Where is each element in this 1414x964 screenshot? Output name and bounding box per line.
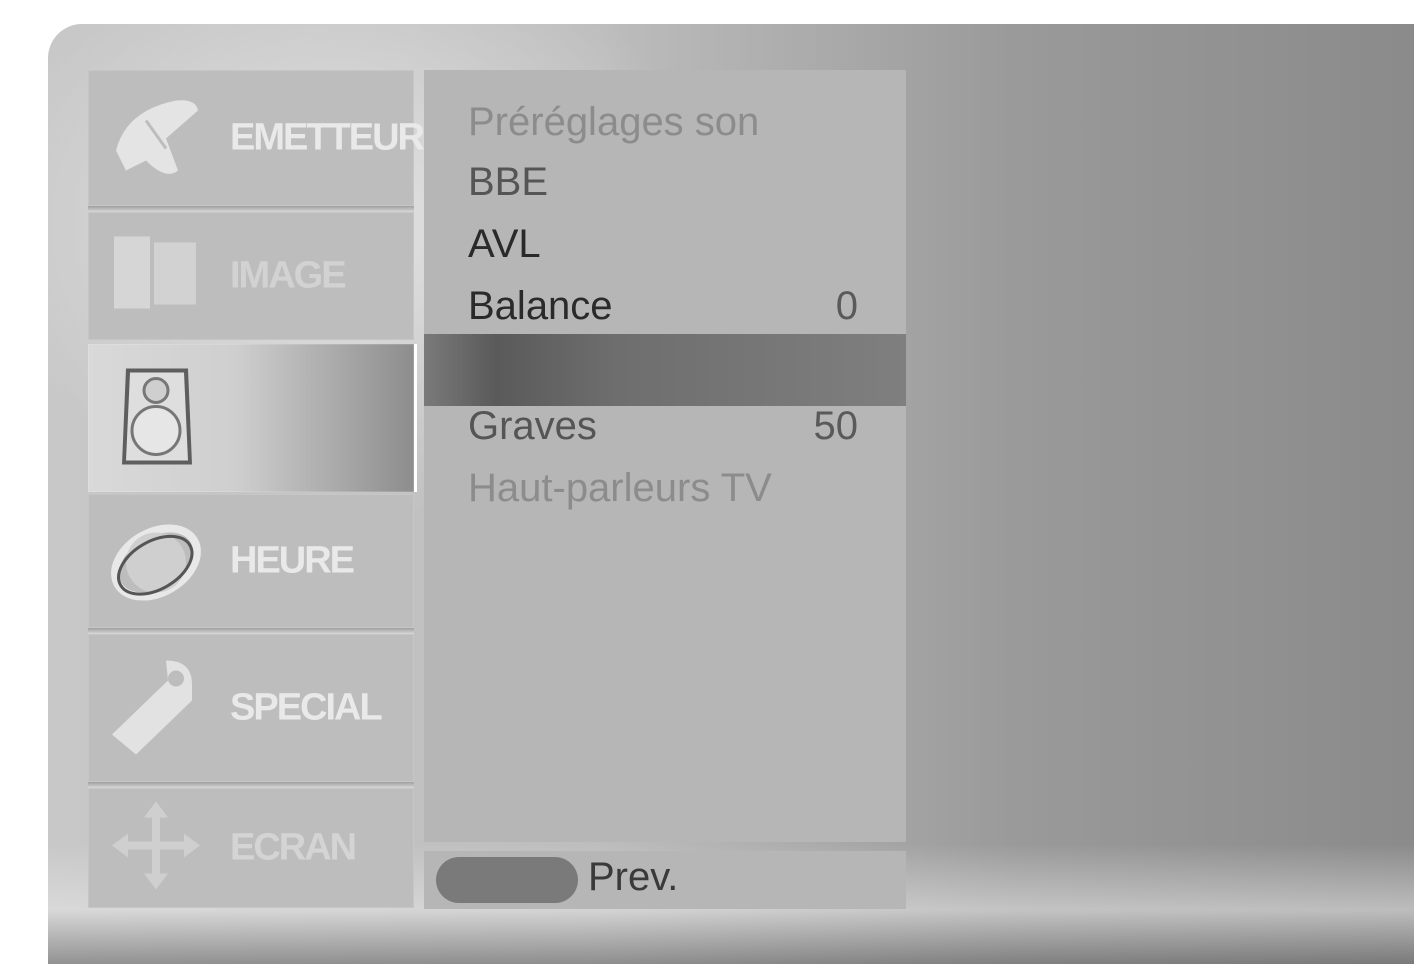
menu-item-label: SPECIAL (230, 686, 383, 729)
move-arrows-icon (106, 796, 206, 901)
submenu-item-bbe[interactable]: BBE (468, 160, 858, 212)
submenu-item-label: Balance (468, 284, 613, 328)
submenu-item-label: Haut-parleurs TV (468, 466, 772, 510)
menu-item-label: ECRAN (230, 826, 357, 869)
prev-footer: Prev. (424, 851, 906, 909)
menu-item-ecran[interactable]: ECRAN (88, 788, 414, 908)
menu-item-label: HEURE (230, 539, 355, 582)
submenu-item-label: AVL (468, 222, 541, 266)
menu-item-emetteur[interactable]: EMETTEUR (88, 70, 425, 206)
submenu-item-tv-speakers[interactable]: Haut-parleurs TV (468, 466, 858, 518)
submenu-item-value: 50 (813, 404, 859, 448)
speaker-icon (106, 361, 206, 476)
menu-item-son[interactable] (88, 344, 417, 492)
menu-item-image[interactable]: IMAGE (88, 212, 414, 340)
menu-item-label: IMAGE (230, 254, 347, 297)
picture-frames-icon (106, 229, 206, 324)
submenu-item-label: Graves (468, 404, 597, 448)
tag-icon (106, 651, 206, 766)
satellite-dish-icon (106, 91, 206, 186)
submenu-item-sound-presets[interactable]: Préréglages son (468, 100, 858, 152)
submenu-item-label: BBE (468, 160, 549, 204)
selection-highlight-bar (424, 334, 906, 406)
submenu-item-avl[interactable]: AVL (468, 222, 858, 274)
prev-button[interactable] (436, 857, 578, 903)
menu-item-special[interactable]: SPECIAL (88, 634, 414, 782)
menu-item-label: EMETTEUR (230, 116, 425, 159)
submenu-item-label: Préréglages son (468, 100, 760, 144)
orbit-icon (106, 509, 206, 614)
prev-label: Prev. (588, 855, 679, 899)
submenu-item-balance[interactable]: Balance 0 (468, 284, 858, 336)
menu-item-heure[interactable]: HEURE (88, 494, 414, 628)
submenu-item-value: 0 (835, 284, 858, 328)
submenu-item-graves[interactable]: Graves 50 (468, 404, 858, 456)
